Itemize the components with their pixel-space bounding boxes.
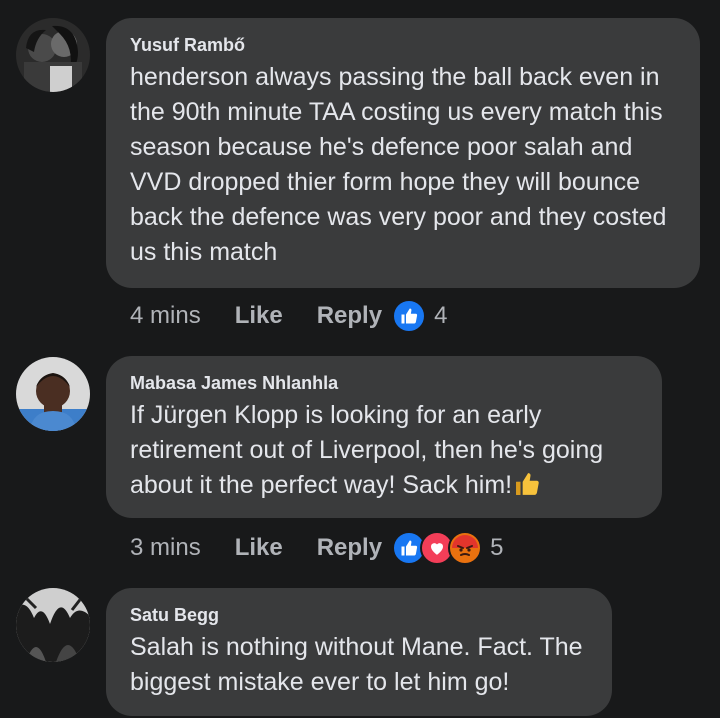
- comment-text: Salah is nothing without Mane. Fact. The…: [130, 633, 583, 696]
- comment-author[interactable]: Mabasa James Nhlanhla: [130, 372, 638, 394]
- reaction-summary[interactable]: [392, 299, 427, 333]
- reply-button[interactable]: Reply: [317, 302, 382, 330]
- reaction-summary[interactable]: [392, 531, 483, 565]
- comment-author[interactable]: Satu Begg: [130, 604, 588, 626]
- comment-bubble: Mabasa James Nhlanhla If Jürgen Klopp is…: [106, 356, 662, 518]
- avatar[interactable]: [16, 588, 90, 662]
- like-reaction-icon: [392, 299, 427, 333]
- reply-button[interactable]: Reply: [317, 534, 382, 562]
- reaction-count[interactable]: 5: [490, 534, 503, 562]
- comment-text: henderson always passing the ball back e…: [130, 63, 667, 266]
- thumbs-up-emoji-icon: [514, 471, 540, 507]
- comment-bubble: Yusuf Rambő henderson always passing the…: [106, 18, 700, 288]
- angry-reaction-icon: [448, 531, 483, 565]
- comment-author[interactable]: Yusuf Rambő: [130, 34, 676, 56]
- comment-timestamp[interactable]: 3 mins: [130, 534, 201, 562]
- avatar[interactable]: [16, 18, 90, 92]
- comment-text: If Jürgen Klopp is looking for an early …: [130, 398, 638, 507]
- like-button[interactable]: Like: [235, 302, 283, 330]
- comment-bubble: Satu Begg Salah is nothing without Mane.…: [106, 588, 612, 716]
- comment-timestamp[interactable]: 4 mins: [130, 302, 201, 330]
- comment-actions: 4 mins Like Reply 4: [130, 299, 447, 333]
- comment-actions: 3 mins Like Reply 5: [130, 531, 503, 565]
- like-button[interactable]: Like: [235, 534, 283, 562]
- avatar[interactable]: [16, 357, 90, 431]
- reaction-count[interactable]: 4: [434, 302, 447, 330]
